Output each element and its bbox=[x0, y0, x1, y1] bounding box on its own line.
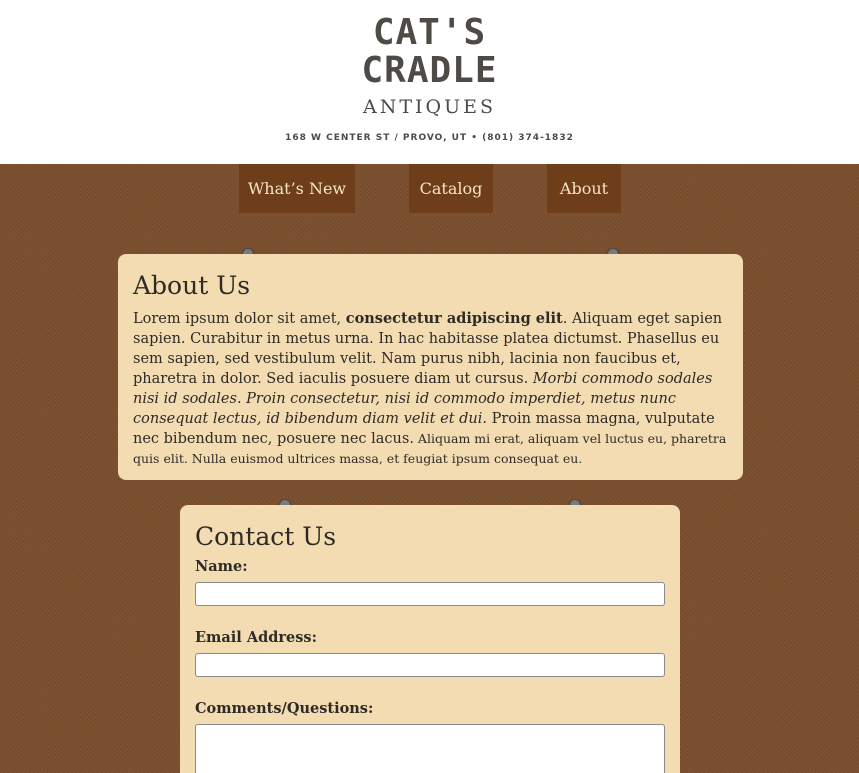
contact-card: Contact Us Name: Email Address: Comments… bbox=[180, 505, 680, 773]
about-text-1: Lorem ipsum dolor sit amet, bbox=[133, 311, 346, 327]
comments-textarea[interactable] bbox=[195, 724, 665, 773]
site-logo[interactable]: CAT'S CRADLE ANTIQUES bbox=[0, 14, 859, 120]
logo-line-antiques: ANTIQUES bbox=[363, 96, 496, 118]
logo-line-cats: CAT'S bbox=[372, 12, 487, 53]
logo-line-cradle: CRADLE bbox=[361, 50, 498, 91]
contact-title: Contact Us bbox=[195, 522, 337, 551]
about-card: About Us Lorem ipsum dolor sit amet, con… bbox=[118, 254, 743, 480]
nav-item-whats-new[interactable]: What’s New bbox=[239, 164, 355, 213]
about-title: About Us bbox=[133, 271, 251, 300]
about-text-bold: consectetur adipiscing elit bbox=[345, 310, 563, 327]
email-input[interactable] bbox=[195, 653, 665, 677]
email-label: Email Address: bbox=[195, 629, 317, 646]
about-paragraph: Lorem ipsum dolor sit amet, consectetur … bbox=[133, 309, 729, 469]
store-address: 168 W CENTER ST / PROVO, UT • (801) 374-… bbox=[285, 133, 574, 143]
comments-label: Comments/Questions: bbox=[195, 700, 374, 717]
name-label: Name: bbox=[195, 558, 248, 575]
nav-item-about[interactable]: About bbox=[547, 164, 621, 213]
nav-item-catalog[interactable]: Catalog bbox=[409, 164, 493, 213]
name-input[interactable] bbox=[195, 582, 665, 606]
site-header: CAT'S CRADLE ANTIQUES 168 W CENTER ST / … bbox=[0, 0, 859, 164]
